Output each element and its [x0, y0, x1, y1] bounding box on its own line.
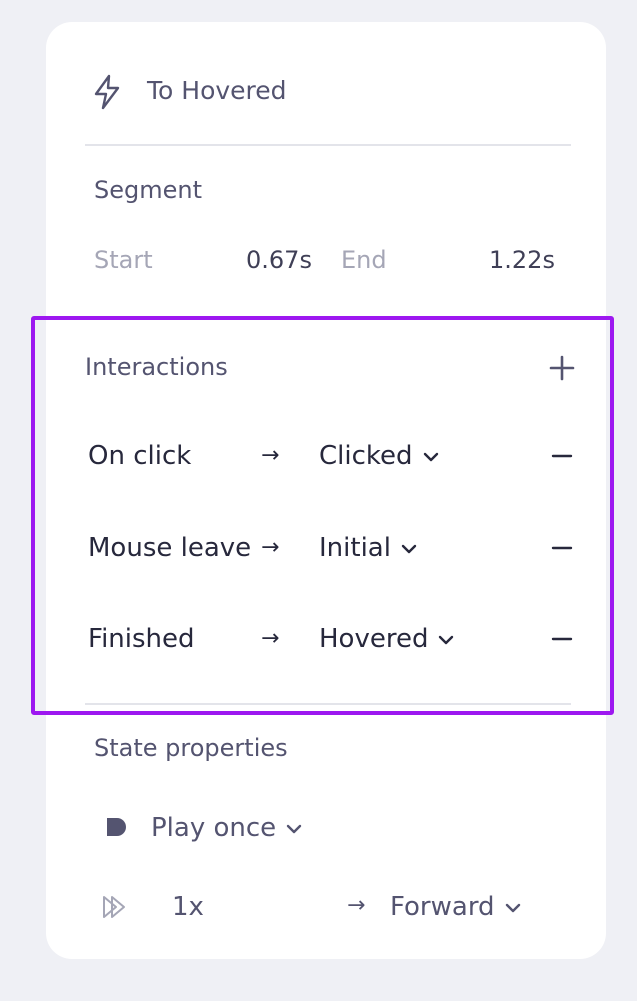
speed-icon: [103, 896, 125, 918]
interactions-heading: Interactions: [85, 353, 228, 381]
lightning-icon: [94, 74, 120, 110]
direction-label: Forward: [390, 892, 495, 922]
interaction-target-dropdown[interactable]: Clicked: [319, 441, 439, 471]
arrow-icon: →: [261, 535, 280, 560]
interaction-trigger: On click: [88, 441, 192, 471]
start-label: Start: [94, 246, 153, 274]
interaction-target-dropdown[interactable]: Initial: [319, 533, 417, 563]
chevron-down-icon: [401, 544, 417, 553]
chevron-down-icon: [439, 635, 454, 644]
playback-mode-dropdown[interactable]: Play once: [151, 813, 302, 843]
state-properties-heading: State properties: [94, 734, 288, 762]
interaction-trigger: Finished: [88, 624, 195, 654]
arrow-icon: →: [261, 626, 280, 651]
interaction-target-label: Hovered: [319, 624, 429, 654]
play-once-icon: [107, 818, 126, 836]
start-value[interactable]: 0.67s: [246, 246, 312, 274]
divider: [85, 144, 571, 146]
plus-icon: [549, 355, 575, 381]
remove-interaction-button[interactable]: [548, 534, 576, 562]
remove-interaction-button[interactable]: [548, 442, 576, 470]
interaction-target-dropdown[interactable]: Hovered: [319, 624, 454, 654]
divider: [85, 703, 571, 705]
playback-mode-label: Play once: [151, 813, 277, 843]
end-label: End: [341, 246, 387, 274]
segment-heading: Segment: [94, 176, 202, 204]
chevron-down-icon: [505, 903, 520, 912]
properties-panel: [46, 22, 606, 959]
chevron-down-icon: [286, 824, 302, 833]
chevron-down-icon: [423, 452, 438, 461]
interaction-target-label: Clicked: [319, 441, 413, 471]
panel-title: To Hovered: [147, 76, 287, 105]
add-interaction-button[interactable]: [548, 354, 576, 382]
direction-dropdown[interactable]: Forward: [390, 892, 521, 922]
direction-arrow-icon: →: [347, 893, 366, 918]
interaction-trigger: Mouse leave: [88, 533, 252, 563]
end-value[interactable]: 1.22s: [489, 246, 555, 274]
remove-interaction-button[interactable]: [548, 625, 576, 653]
speed-value[interactable]: 1x: [172, 892, 204, 922]
interaction-target-label: Initial: [319, 533, 391, 563]
arrow-icon: →: [261, 443, 280, 468]
